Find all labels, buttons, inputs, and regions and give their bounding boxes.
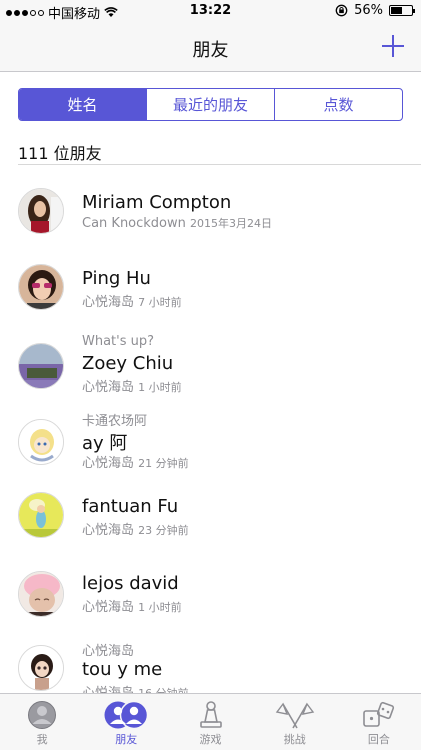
- tab-label: 游戏: [199, 733, 222, 746]
- avatar: [18, 343, 64, 389]
- avatar: [18, 264, 64, 310]
- game-name: 心悦海岛: [82, 523, 135, 538]
- friend-row[interactable]: 卡通农场阿 ay 阿 心悦海岛 21 分钟前: [0, 404, 421, 480]
- tab-turns[interactable]: 回合: [337, 694, 421, 750]
- segment-points[interactable]: 点数: [275, 89, 402, 120]
- segment-name[interactable]: 姓名: [19, 89, 147, 120]
- game-name: 心悦海岛: [82, 380, 135, 395]
- rotation-lock-icon: [335, 4, 348, 17]
- friend-name: lejos david: [82, 573, 179, 594]
- game-name: Can Knockdown: [82, 216, 186, 231]
- divider: [18, 164, 421, 165]
- friend-row[interactable]: lejos david 心悦海岛 1 小时前: [0, 556, 421, 632]
- game-name: 心悦海岛: [82, 295, 135, 310]
- avatar: [18, 419, 64, 465]
- avatar: [18, 492, 64, 538]
- tab-label: 朋友: [115, 733, 138, 746]
- person-icon: [28, 701, 57, 729]
- friend-game-status: 心悦海岛 1 小时前: [82, 376, 182, 395]
- add-friend-plus-icon[interactable]: [381, 34, 405, 58]
- last-active: 21 分钟前: [138, 457, 189, 470]
- tab-label: 我: [36, 733, 48, 746]
- game-piece-icon: [199, 701, 222, 728]
- tab-label: 回合: [367, 733, 390, 746]
- flags-icon: [275, 702, 314, 729]
- tab-me[interactable]: 我: [0, 694, 84, 750]
- friend-row[interactable]: What's up? Zoey Chiu 心悦海岛 1 小时前: [0, 328, 421, 404]
- status-right: 56%: [335, 3, 415, 18]
- friend-game-status: 心悦海岛 1 小时前: [82, 596, 182, 615]
- battery-icon: [389, 5, 415, 16]
- tab-friends[interactable]: 朋友: [84, 694, 168, 750]
- battery-percent: 56%: [354, 3, 383, 18]
- last-active: 2015年3月24日: [190, 217, 273, 230]
- friend-name: Miriam Compton: [82, 192, 232, 213]
- tab-challenges[interactable]: 挑战: [253, 694, 337, 750]
- tab-games[interactable]: 游戏: [168, 694, 252, 750]
- friend-status-message: What's up?: [82, 334, 155, 349]
- status-bar: 中国移动 13:22 56%: [0, 0, 421, 22]
- friend-count: 111 位朋友: [18, 144, 102, 163]
- avatar: [18, 645, 64, 691]
- sort-segmented-control: 姓名 最近的朋友 点数: [18, 88, 403, 121]
- friend-row[interactable]: Miriam Compton Can Knockdown 2015年3月24日: [0, 176, 421, 252]
- friend-name: Zoey Chiu: [82, 353, 174, 374]
- tab-bar: 我 朋友 游戏 挑战 回合: [0, 693, 421, 750]
- avatar: [18, 571, 64, 617]
- friend-game-status: 心悦海岛 23 分钟前: [82, 519, 189, 538]
- navigation-bar: 朋友: [0, 22, 421, 72]
- friend-game-status: 心悦海岛 21 分钟前: [82, 452, 189, 471]
- last-active: 1 小时前: [138, 381, 182, 394]
- tab-label: 挑战: [283, 733, 306, 746]
- dice-icon: [363, 701, 394, 727]
- friend-status-message: 心悦海岛: [82, 644, 135, 659]
- friend-status-message: 卡通农场阿: [82, 414, 148, 429]
- last-active: 7 小时前: [138, 296, 182, 309]
- friends-icon: [104, 700, 149, 730]
- game-name: 心悦海岛: [82, 456, 135, 471]
- friend-name: fantuan Fu: [82, 496, 179, 517]
- friend-row[interactable]: Ping Hu 心悦海岛 7 小时前: [0, 252, 421, 328]
- avatar: [18, 188, 64, 234]
- page-title: 朋友: [192, 40, 229, 61]
- game-name: 心悦海岛: [82, 600, 135, 615]
- segment-recent-friends[interactable]: 最近的朋友: [147, 89, 275, 120]
- friend-game-status: Can Knockdown 2015年3月24日: [82, 215, 272, 231]
- friend-name: Ping Hu: [82, 268, 151, 289]
- friend-row[interactable]: fantuan Fu 心悦海岛 23 分钟前: [0, 480, 421, 556]
- last-active: 1 小时前: [138, 601, 182, 614]
- last-active: 23 分钟前: [138, 524, 189, 537]
- friend-game-status: 心悦海岛 7 小时前: [82, 291, 182, 310]
- friend-name: tou y me: [82, 659, 163, 680]
